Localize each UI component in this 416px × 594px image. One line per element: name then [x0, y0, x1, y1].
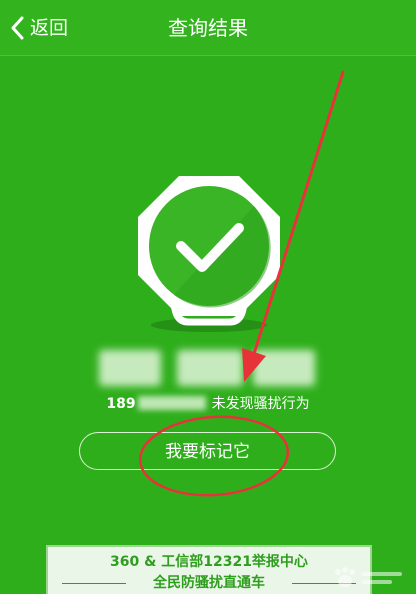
promo-banner: 360 & 工信部12321举报中心 全民防骚扰直通车 [46, 545, 372, 594]
status-text: 未发现骚扰行为 [211, 396, 310, 412]
banner-subtitle: 全民防骚扰直通车 [48, 574, 370, 592]
query-result-text: 189 未发现骚扰行为 [0, 394, 416, 414]
mark-number-button[interactable]: 我要标记它 [79, 432, 336, 470]
page-title: 查询结果 [168, 16, 248, 40]
navigation-bar: 返回 查询结果 [0, 0, 416, 56]
phone-number-mask [137, 396, 206, 410]
masked-phone-number [99, 350, 317, 390]
banner-title: 360 & 工信部12321举报中心 [110, 554, 308, 570]
watermark-paw-icon [335, 567, 402, 587]
check-shield-icon [138, 176, 280, 332]
phone-number-prefix: 189 [106, 396, 136, 412]
